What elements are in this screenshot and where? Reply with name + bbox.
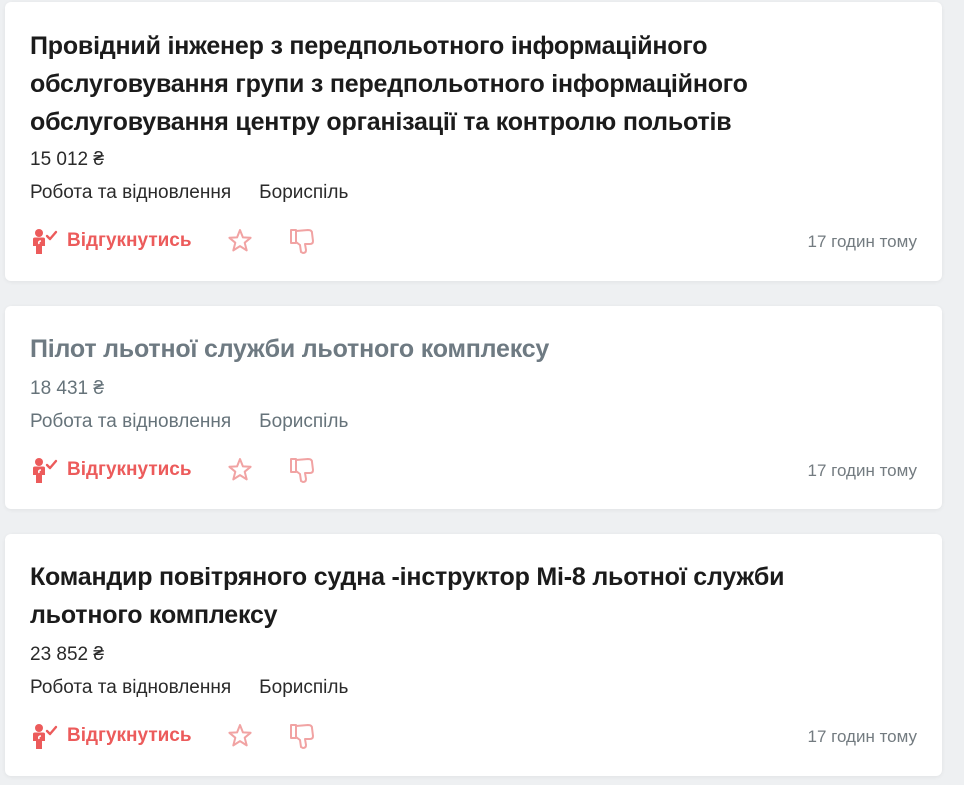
thumbs-down-icon (289, 724, 314, 749)
vacancy-actions: Відгукнутись (30, 226, 316, 256)
vacancy-meta: Робота та відновлення Бориспіль (30, 182, 348, 204)
vacancy-title[interactable]: Пілот льотної служби льотного комплексу (30, 330, 792, 368)
favorite-button[interactable] (226, 722, 254, 750)
dislike-button[interactable] (288, 227, 316, 255)
apply-button[interactable]: Відгукнутись (30, 722, 192, 750)
vacancy-actions: Відгукнутись (30, 721, 316, 751)
dislike-button[interactable] (288, 456, 316, 484)
apply-label: Відгукнутись (67, 725, 192, 746)
vacancy-salary: 23 852 ₴ (30, 644, 104, 665)
apply-label: Відгукнутись (67, 459, 192, 480)
dislike-button[interactable] (288, 722, 316, 750)
person-check-icon (33, 229, 58, 254)
vacancy-meta: Робота та відновлення Бориспіль (30, 677, 348, 699)
thumbs-down-icon (289, 229, 314, 254)
apply-button[interactable]: Відгукнутись (30, 227, 192, 255)
vacancy-card[interactable]: Пілот льотної служби льотного комплексу … (5, 306, 942, 509)
star-outline-icon (227, 724, 252, 747)
vacancy-title[interactable]: Командир повітряного судна -інструктор М… (30, 558, 792, 634)
star-outline-icon (227, 229, 252, 252)
vacancy-card[interactable]: Провідний інженер з передпольотного інфо… (5, 2, 942, 281)
person-check-icon (33, 458, 58, 483)
vacancy-category: Робота та відновлення (30, 182, 232, 203)
vacancy-city: Бориспіль (259, 411, 349, 432)
person-check-icon (33, 724, 58, 749)
vacancy-title[interactable]: Провідний інженер з передпольотного інфо… (30, 27, 792, 141)
star-outline-icon (227, 458, 252, 481)
vacancy-category: Робота та відновлення (30, 411, 232, 432)
favorite-button[interactable] (226, 227, 254, 255)
vacancy-card[interactable]: Командир повітряного судна -інструктор М… (5, 534, 942, 776)
posted-time: 17 годин тому (807, 727, 918, 746)
favorite-button[interactable] (226, 456, 254, 484)
vacancy-city: Бориспіль (259, 677, 349, 698)
vacancy-salary: 15 012 ₴ (30, 149, 104, 170)
posted-time: 17 годин тому (807, 232, 918, 251)
vacancy-actions: Відгукнутись (30, 455, 316, 485)
vacancy-salary: 18 431 ₴ (30, 378, 104, 399)
vacancy-meta: Робота та відновлення Бориспіль (30, 411, 348, 433)
thumbs-down-icon (289, 458, 314, 483)
posted-time: 17 годин тому (807, 461, 918, 480)
apply-button[interactable]: Відгукнутись (30, 456, 192, 484)
vacancy-category: Робота та відновлення (30, 677, 232, 698)
vacancy-city: Бориспіль (259, 182, 349, 203)
apply-label: Відгукнутись (67, 230, 192, 251)
